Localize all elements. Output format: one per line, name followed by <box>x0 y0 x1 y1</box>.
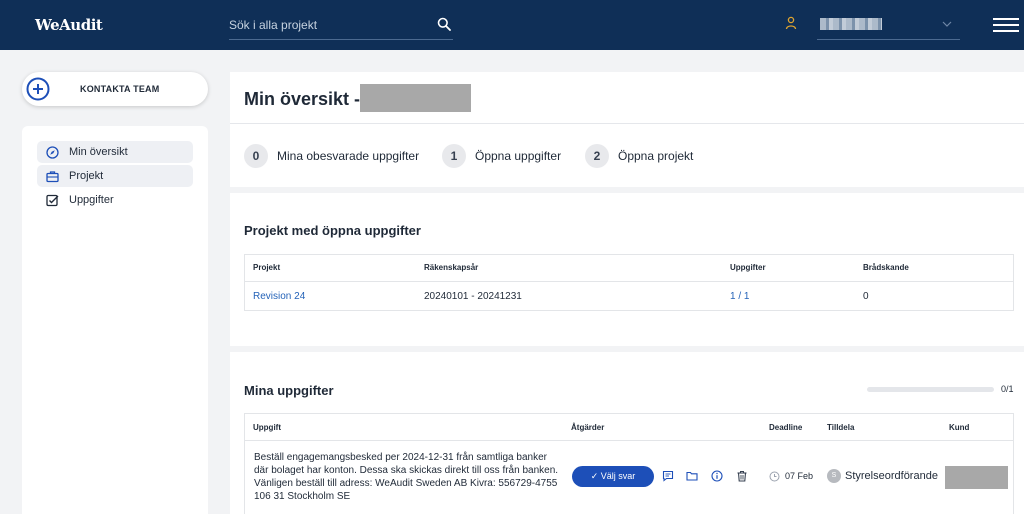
overview-header-card: Min översikt - <box>230 72 1024 123</box>
column-header: Brådskande <box>863 263 909 272</box>
sidebar-item-label: Min översikt <box>69 146 128 158</box>
tasks-table: Uppgift Åtgärder Deadline Tilldela Kund … <box>244 413 1014 514</box>
task-description: Beställ engagemangsbesked per 2024-12-31… <box>254 452 559 502</box>
task-progress-label: 0/1 <box>1001 384 1014 394</box>
redacted-name <box>360 84 471 112</box>
compass-icon <box>46 146 59 159</box>
stat-count: 0 <box>244 144 268 168</box>
search-field[interactable] <box>229 10 453 40</box>
avatar: S <box>827 469 841 483</box>
contact-team-label: KONTAKTA TEAM <box>80 84 160 94</box>
stats-card: 0 Mina obesvarade uppgifter 1 Öppna uppg… <box>230 123 1024 187</box>
task-count-link[interactable]: 1 / 1 <box>730 291 749 302</box>
column-header: Deadline <box>769 423 803 432</box>
chevron-down-icon <box>942 21 952 27</box>
project-link[interactable]: Revision 24 <box>253 291 305 302</box>
sidebar-item-label: Uppgifter <box>69 194 114 206</box>
briefcase-icon <box>46 171 59 183</box>
task-deadline: 07 Feb <box>785 471 814 481</box>
task-progress-bar <box>867 387 994 392</box>
redacted-customer <box>945 466 1008 489</box>
sidebar-item-projects[interactable]: Projekt <box>37 165 193 187</box>
user-icon <box>785 16 797 30</box>
info-icon[interactable] <box>711 470 723 482</box>
main-content: Min översikt - 0 Mina obesvarade uppgift… <box>230 72 1024 514</box>
contact-team-button[interactable]: KONTAKTA TEAM <box>22 72 208 106</box>
sidebar: Min översikt Projekt Uppgifter <box>22 126 208 514</box>
section-title: Projekt med öppna uppgifter <box>244 223 421 238</box>
top-bar: WeAudit <box>0 0 1024 50</box>
column-header: Projekt <box>253 263 281 272</box>
search-input[interactable] <box>229 15 429 35</box>
search-icon[interactable] <box>437 17 451 31</box>
app-logo[interactable]: WeAudit <box>35 16 103 34</box>
plus-circle-icon <box>26 77 50 101</box>
task-assignee[interactable]: Styrelseordförande <box>845 470 938 482</box>
column-header: Åtgärder <box>571 423 605 432</box>
sidebar-item-tasks[interactable]: Uppgifter <box>37 189 193 211</box>
folder-icon[interactable] <box>686 470 698 482</box>
stat-count: 2 <box>585 144 609 168</box>
sidebar-item-overview[interactable]: Min översikt <box>37 141 193 163</box>
stat-label: Öppna uppgifter <box>475 149 562 163</box>
comment-icon[interactable] <box>662 470 674 482</box>
stat-label: Mina obesvarade uppgifter <box>277 149 420 163</box>
column-header: Uppgift <box>253 423 281 432</box>
urgent-count: 0 <box>863 291 869 302</box>
page-title: Min översikt - <box>244 89 361 109</box>
checkbox-icon <box>46 194 59 207</box>
stat-label: Öppna projekt <box>618 149 694 163</box>
sidebar-item-label: Projekt <box>69 170 104 182</box>
column-header: Tilldela <box>827 423 855 432</box>
choose-answer-button[interactable]: ✓ Välj svar <box>572 466 654 487</box>
fiscal-year: 20240101 - 20241231 <box>424 291 522 302</box>
user-name-redacted <box>820 18 882 30</box>
projects-card: Projekt med öppna uppgifter Projekt Räke… <box>230 193 1024 346</box>
section-title: Mina uppgifter <box>244 383 334 398</box>
user-selector[interactable] <box>817 10 960 40</box>
column-header: Uppgifter <box>730 263 766 272</box>
trash-icon[interactable] <box>736 470 748 482</box>
column-header: Räkenskapsår <box>424 263 479 272</box>
stat-count: 1 <box>442 144 466 168</box>
hamburger-menu-icon[interactable] <box>993 18 1019 32</box>
my-tasks-card: Mina uppgifter 0/1 Uppgift Åtgärder Dead… <box>230 352 1024 514</box>
clock-icon <box>769 471 780 482</box>
column-header: Kund <box>949 423 970 432</box>
projects-table: Projekt Räkenskapsår Uppgifter Brådskand… <box>244 254 1014 311</box>
